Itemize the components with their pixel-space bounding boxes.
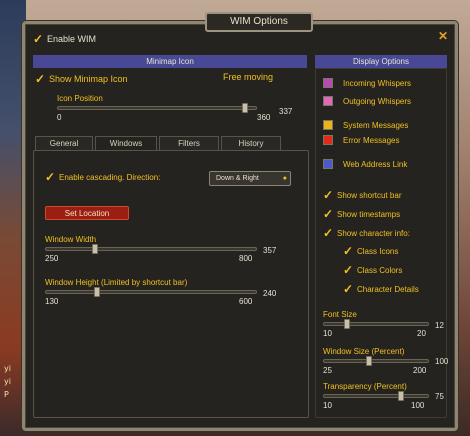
background-chat-line-2: yi bbox=[4, 377, 11, 386]
slider-thumb[interactable] bbox=[92, 244, 98, 254]
transparency-value: 75 bbox=[435, 392, 444, 401]
color-row-weblink[interactable]: Web Address Link bbox=[323, 159, 407, 169]
background-chat-text: yi yi P bbox=[4, 362, 24, 401]
window-height-label: Window Height (Limited by shortcut bar) bbox=[45, 278, 188, 287]
show-character-info-label: Show character info: bbox=[337, 228, 410, 238]
window-height-slider[interactable] bbox=[45, 287, 257, 297]
slider-thumb[interactable] bbox=[366, 356, 372, 366]
transparency-label: Transparency (Percent) bbox=[323, 382, 407, 391]
window-size-value: 100 bbox=[435, 357, 449, 366]
class-colors-label: Class Colors bbox=[357, 265, 403, 275]
window-height-value: 240 bbox=[263, 289, 277, 298]
show-shortcut-bar-label: Show shortcut bar bbox=[337, 190, 402, 200]
tab-general[interactable]: General bbox=[35, 136, 93, 150]
enable-cascading-checkbox[interactable]: ✓ Enable cascading. Direction: bbox=[45, 170, 160, 184]
icon-position-max: 360 bbox=[257, 113, 271, 122]
enable-wim-label: Enable WIM bbox=[47, 34, 97, 44]
font-size-slider[interactable] bbox=[323, 319, 429, 329]
tab-filters[interactable]: Filters bbox=[159, 136, 219, 150]
outgoing-whispers-label: Outgoing Whispers bbox=[343, 96, 412, 106]
window-height-max: 600 bbox=[239, 297, 253, 306]
background-chat-line-3: P bbox=[4, 390, 9, 399]
color-row-error[interactable]: Error Messages bbox=[323, 135, 399, 145]
window-title[interactable]: WIM Options bbox=[205, 12, 313, 32]
error-messages-label: Error Messages bbox=[343, 135, 400, 145]
window-height-min: 130 bbox=[45, 297, 59, 306]
enable-cascading-label: Enable cascading. Direction: bbox=[59, 172, 161, 182]
free-moving-checkbox[interactable]: Free moving bbox=[209, 72, 273, 82]
system-messages-label: System Messages bbox=[343, 120, 409, 130]
slider-thumb[interactable] bbox=[344, 319, 350, 329]
transparency-slider[interactable] bbox=[323, 391, 429, 401]
set-location-button[interactable]: Set Location bbox=[45, 206, 129, 220]
show-shortcut-bar-checkbox[interactable]: ✓ Show shortcut bar bbox=[323, 188, 401, 202]
checkmark-icon: ✓ bbox=[343, 282, 354, 296]
tab-windows[interactable]: Windows bbox=[95, 136, 157, 150]
incoming-color-swatch[interactable] bbox=[323, 78, 333, 88]
checkmark-icon: ✓ bbox=[35, 72, 46, 86]
font-size-label: Font Size bbox=[323, 310, 357, 319]
checkmark-icon: ✓ bbox=[323, 226, 334, 240]
class-colors-checkbox[interactable]: ✓ Class Colors bbox=[343, 263, 402, 277]
class-icons-label: Class Icons bbox=[357, 246, 399, 256]
close-icon[interactable]: ✕ bbox=[437, 30, 449, 42]
outgoing-color-swatch[interactable] bbox=[323, 96, 333, 106]
checkmark-icon: ✓ bbox=[343, 244, 354, 258]
color-row-incoming[interactable]: Incoming Whispers bbox=[323, 78, 411, 88]
checkmark-icon: ✓ bbox=[323, 188, 334, 202]
show-timestamps-label: Show timestamps bbox=[337, 209, 401, 219]
direction-value: Down & Right bbox=[216, 175, 259, 182]
display-options-header: Display Options bbox=[315, 55, 447, 68]
show-minimap-icon-label: Show Minimap Icon bbox=[49, 74, 128, 84]
direction-dropdown[interactable]: Down & Right ● bbox=[209, 171, 291, 186]
window-size-slider[interactable] bbox=[323, 356, 429, 366]
font-size-max: 20 bbox=[417, 329, 426, 338]
window-width-value: 357 bbox=[263, 246, 277, 255]
show-timestamps-checkbox[interactable]: ✓ Show timestamps bbox=[323, 207, 400, 221]
character-details-checkbox[interactable]: ✓ Character Details bbox=[343, 282, 419, 296]
show-character-info-checkbox[interactable]: ✓ Show character info: bbox=[323, 226, 410, 240]
window-width-max: 800 bbox=[239, 254, 253, 263]
slider-thumb[interactable] bbox=[242, 103, 248, 113]
window-width-slider[interactable] bbox=[45, 244, 257, 254]
options-window: WIM Options ✕ ✓ Enable WIM Minimap Icon … bbox=[22, 12, 458, 431]
background-chat-line-1: yi bbox=[4, 364, 11, 373]
color-row-outgoing[interactable]: Outgoing Whispers bbox=[323, 96, 411, 106]
error-color-swatch[interactable] bbox=[323, 135, 333, 145]
transparency-min: 10 bbox=[323, 401, 332, 410]
checkmark-icon: ✓ bbox=[33, 32, 44, 46]
font-size-min: 10 bbox=[323, 329, 332, 338]
color-row-system[interactable]: System Messages bbox=[323, 120, 408, 130]
transparency-max: 100 bbox=[411, 401, 425, 410]
checkmark-icon: ✓ bbox=[343, 263, 354, 277]
dropdown-arrow-icon: ● bbox=[282, 175, 287, 182]
minimap-header: Minimap Icon bbox=[33, 55, 307, 68]
window-size-max: 200 bbox=[413, 366, 427, 375]
checkmark-icon: ✓ bbox=[323, 207, 334, 221]
show-minimap-icon-checkbox[interactable]: ✓ Show Minimap Icon bbox=[35, 72, 128, 86]
icon-position-slider[interactable] bbox=[57, 103, 257, 113]
window-size-label: Window Size (Percent) bbox=[323, 347, 405, 356]
icon-position-min: 0 bbox=[57, 113, 62, 122]
free-moving-label: Free moving bbox=[223, 72, 274, 82]
slider-thumb[interactable] bbox=[398, 391, 404, 401]
class-icons-checkbox[interactable]: ✓ Class Icons bbox=[343, 244, 398, 258]
window-width-label: Window Width bbox=[45, 235, 97, 244]
icon-position-value: 337 bbox=[279, 107, 293, 116]
enable-wim-checkbox[interactable]: ✓ Enable WIM bbox=[33, 32, 96, 46]
checkmark-icon: ✓ bbox=[45, 170, 56, 184]
window-size-min: 25 bbox=[323, 366, 332, 375]
incoming-whispers-label: Incoming Whispers bbox=[343, 78, 412, 88]
slider-thumb[interactable] bbox=[94, 287, 100, 297]
system-color-swatch[interactable] bbox=[323, 120, 333, 130]
character-details-label: Character Details bbox=[357, 284, 419, 294]
web-address-link-label: Web Address Link bbox=[343, 159, 408, 169]
icon-position-label: Icon Position bbox=[57, 94, 103, 103]
tab-history[interactable]: History bbox=[221, 136, 281, 150]
weblink-color-swatch[interactable] bbox=[323, 159, 333, 169]
window-width-min: 250 bbox=[45, 254, 59, 263]
font-size-value: 12 bbox=[435, 321, 444, 330]
